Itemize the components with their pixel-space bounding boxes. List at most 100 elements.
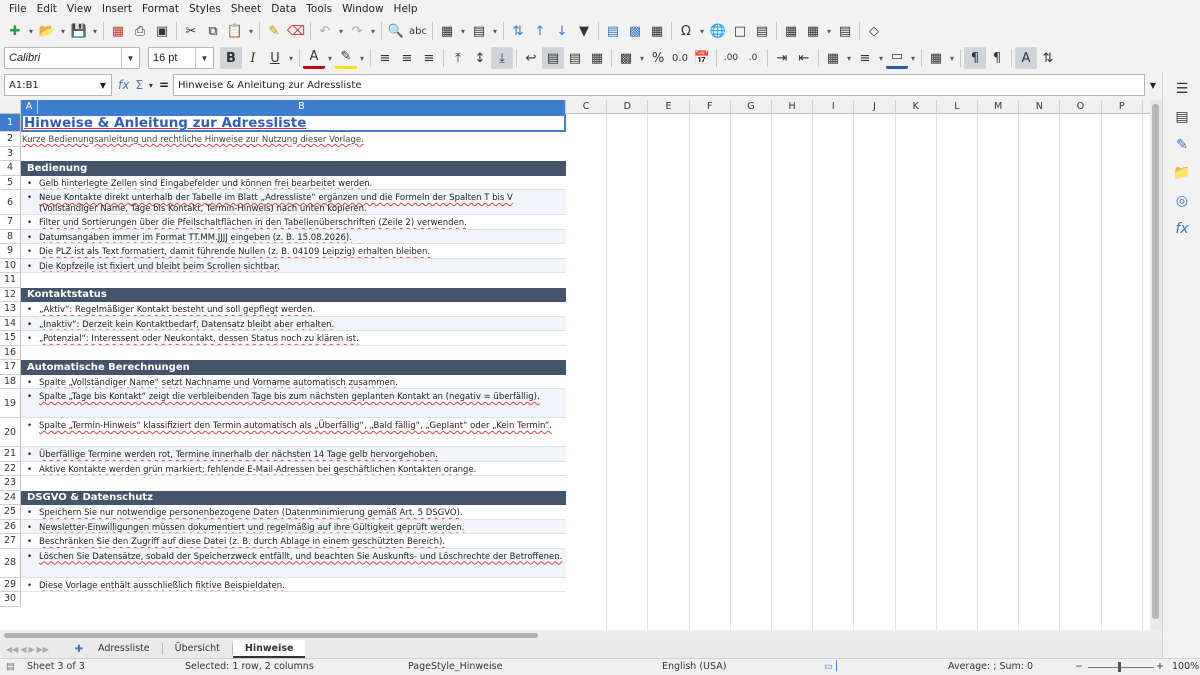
row-header-9[interactable]: 9: [0, 244, 21, 259]
bullet-cell[interactable]: • Aktive Kontakte werden grün markiert; f…: [21, 462, 566, 476]
previous-sheet-icon[interactable]: ◀: [20, 645, 26, 654]
bullet-cell[interactable]: • Überfällige Termine werden rot, Termine…: [21, 447, 566, 462]
bullet-cell[interactable]: • Datumsangaben immer im Format TT.MM.JJJ…: [21, 229, 566, 244]
bullet-cell[interactable]: • Spalte „Tage bis Kontakt“ zeigt die ver…: [21, 389, 566, 418]
new-dropdown-icon[interactable]: ▾: [26, 20, 36, 42]
row-header-5[interactable]: 5: [0, 175, 21, 190]
vertical-scrollbar[interactable]: [1150, 100, 1162, 630]
bullet-cell[interactable]: • Die PLZ ist als Text formatiert, damit …: [21, 244, 566, 259]
properties-icon[interactable]: ▤: [1173, 108, 1191, 126]
styles-icon[interactable]: ✎: [1173, 136, 1191, 154]
border-style-icon[interactable]: ≡: [854, 47, 876, 69]
spreadsheet-grid[interactable]: ABCDEFGHIJKLMNOP 1 2 3 4 5 6 7 8 9 10 11 12 13 14 15 16…: [0, 100, 1150, 630]
underline-dropdown-icon[interactable]: ▾: [286, 47, 296, 69]
expand-formula-icon[interactable]: ▼: [1146, 74, 1160, 96]
add-decimal-icon[interactable]: .00: [720, 47, 742, 69]
next-sheet-icon[interactable]: ▶: [28, 645, 34, 654]
date-format-icon[interactable]: 📅: [691, 47, 713, 69]
row-header-20[interactable]: 20: [0, 418, 21, 447]
clone-formatting-icon[interactable]: ✎: [263, 20, 285, 42]
column-header-f[interactable]: F: [690, 100, 731, 114]
row-header-18[interactable]: 18: [0, 374, 21, 389]
column-header-a[interactable]: A: [21, 100, 38, 114]
paste-icon[interactable]: 📋: [224, 20, 246, 42]
insert-chart-icon[interactable]: ▩: [624, 20, 646, 42]
column-header-n[interactable]: N: [1019, 100, 1061, 114]
row-header-28[interactable]: 28: [0, 548, 21, 578]
print-preview-icon[interactable]: ▣: [151, 20, 173, 42]
cut-icon[interactable]: ✂: [180, 20, 202, 42]
unmerge-cells-icon[interactable]: ▦: [586, 47, 608, 69]
sheet-tab-0[interactable]: Adressliste: [86, 640, 162, 658]
row-header-24[interactable]: 24: [0, 490, 21, 505]
function-wizard-icon[interactable]: fx: [118, 78, 129, 92]
bullet-cell[interactable]: • Filter und Sortierungen über die Pfeils…: [21, 215, 566, 230]
sheet-tab-2[interactable]: Hinweise: [232, 640, 306, 658]
menu-edit[interactable]: Edit: [32, 0, 62, 18]
row-header-10[interactable]: 10: [0, 258, 21, 273]
formula-icon[interactable]: =: [159, 78, 169, 92]
zoom-level[interactable]: 100%: [1172, 659, 1199, 675]
column-header-b[interactable]: B: [38, 100, 566, 114]
show-draw-functions-icon[interactable]: ◇: [863, 20, 885, 42]
currency-dropdown-icon[interactable]: ▾: [637, 47, 647, 69]
menu-data[interactable]: Data: [266, 0, 301, 18]
open-icon[interactable]: 📂: [36, 20, 58, 42]
decrease-indent-icon[interactable]: ⇤: [793, 47, 815, 69]
row-header-11[interactable]: 11: [0, 273, 21, 288]
section-header-cell[interactable]: DSGVO & Datenschutz: [21, 490, 566, 505]
zoom-out-icon[interactable]: −: [1075, 659, 1083, 675]
align-right-icon[interactable]: ≡: [418, 47, 440, 69]
percent-icon[interactable]: %: [647, 47, 669, 69]
freeze-rows-columns-icon[interactable]: ▦: [802, 20, 824, 42]
special-character-dropdown-icon[interactable]: ▾: [697, 20, 707, 42]
row-icon[interactable]: ▦: [436, 20, 458, 42]
split-window-icon[interactable]: ▤: [834, 20, 856, 42]
bullet-cell[interactable]: • Spalte „Vollständiger Name“ setzt Nachn…: [21, 375, 566, 389]
paste-dropdown-icon[interactable]: ▾: [246, 20, 256, 42]
autofilter-icon[interactable]: ▼: [573, 20, 595, 42]
print-icon[interactable]: ⎙: [129, 20, 151, 42]
border-color-icon[interactable]: ▭: [886, 47, 908, 69]
row-header-22[interactable]: 22: [0, 461, 21, 476]
comment-icon[interactable]: □: [729, 20, 751, 42]
language[interactable]: English (USA): [662, 659, 726, 675]
align-bottom-icon[interactable]: ⤓: [491, 47, 513, 69]
zoom-slider-handle[interactable]: [1118, 662, 1121, 672]
functions-icon[interactable]: fx: [1173, 220, 1191, 238]
bullet-cell[interactable]: • „Potenzial“: Interessent oder Neukontak…: [21, 331, 566, 346]
undo-dropdown-icon[interactable]: ▾: [336, 20, 346, 42]
borders-dropdown-icon[interactable]: ▾: [844, 47, 854, 69]
first-sheet-icon[interactable]: ◀◀: [6, 645, 18, 654]
zoom-in-icon[interactable]: +: [1156, 659, 1164, 675]
gallery-icon[interactable]: 📁: [1173, 164, 1191, 182]
column-header-g[interactable]: G: [731, 100, 772, 114]
undo-icon[interactable]: ↶: [314, 20, 336, 42]
hyperlink-icon[interactable]: 🌐: [707, 20, 729, 42]
borders-icon[interactable]: ▦: [822, 47, 844, 69]
bullet-cell[interactable]: • Gelb hinterlegte Zellen sind Eingabefel…: [21, 176, 566, 190]
export-pdf-icon[interactable]: ▦: [107, 20, 129, 42]
bullet-cell[interactable]: • „Inaktiv“: Derzeit kein Kontaktbedarf, …: [21, 316, 566, 331]
document-modified-icon[interactable]: ▤: [6, 659, 15, 675]
menu-styles[interactable]: Styles: [184, 0, 226, 18]
sum-icon[interactable]: Σ: [135, 78, 143, 92]
menu-tools[interactable]: Tools: [301, 0, 337, 18]
column-header-m[interactable]: M: [978, 100, 1020, 114]
highlight-dropdown-icon[interactable]: ▾: [357, 47, 367, 69]
column-header-o[interactable]: O: [1060, 100, 1102, 114]
insert-image-icon[interactable]: ▤: [602, 20, 624, 42]
row-header-13[interactable]: 13: [0, 302, 21, 317]
bullet-cell[interactable]: • Löschen Sie Datensätze, sobald der Spei…: [21, 548, 566, 578]
row-header-6[interactable]: 6: [0, 190, 21, 215]
row-header-19[interactable]: 19: [0, 389, 21, 418]
navigator-icon[interactable]: ◎: [1173, 192, 1191, 210]
menu-insert[interactable]: Insert: [97, 0, 137, 18]
sort-ascending-icon[interactable]: ↑: [529, 20, 551, 42]
font-name-box[interactable]: Calibri ▼: [4, 47, 140, 69]
sidebar-menu-icon[interactable]: ☰: [1173, 80, 1191, 98]
row-header-29[interactable]: 29: [0, 577, 21, 592]
menu-format[interactable]: Format: [137, 0, 184, 18]
headers-footers-icon[interactable]: ▤: [751, 20, 773, 42]
align-center-icon[interactable]: ≡: [396, 47, 418, 69]
